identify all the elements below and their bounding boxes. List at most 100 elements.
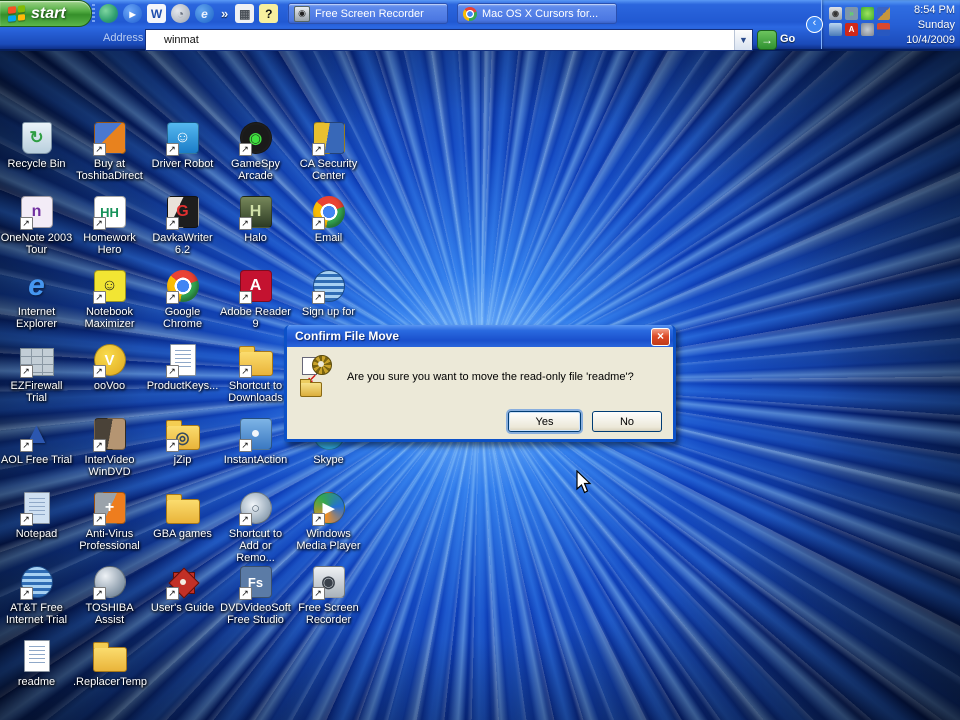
desktop-icon-shortcut-to-downloads[interactable]: ↗ Shortcut to Downloads — [219, 343, 292, 404]
davkawriter-62-icon: G ↗ — [165, 195, 200, 230]
desktop-icon-label: Buy at ToshibaDirect — [76, 158, 143, 182]
desktop-icon-adobe-reader-9[interactable]: A ↗ Adobe Reader 9 — [219, 269, 292, 330]
free-screen-recorder-icon: ◉ ↗ — [311, 565, 346, 600]
gba-games-icon — [165, 491, 200, 525]
desktop-icon-label: TOSHIBA Assist — [85, 602, 134, 626]
desktop-icon-gba-games[interactable]: GBA games — [146, 491, 219, 540]
taskbar: start ▸W◔e»▦?▣▾ ◉Free Screen RecorderMac… — [0, 0, 960, 51]
desktop-icon-internet-explorer[interactable]: e Internet Explorer — [0, 269, 73, 330]
shortcut-arrow-badge: ↗ — [165, 587, 179, 600]
desktop-icon-google-chrome[interactable]: ↗ Google Chrome — [146, 269, 219, 330]
desktop-icon-email[interactable]: ↗ Email — [292, 195, 365, 244]
desktop-icon-intervideo-windvd[interactable]: ↗ InterVideo WinDVD — [73, 417, 146, 478]
help-icon[interactable]: ? — [259, 4, 279, 23]
window-button-label: Free Screen Recorder — [315, 7, 424, 20]
dvdvideosoft-free-studio-icon: Fs ↗ — [238, 565, 273, 600]
desktop-icon-homework-hero[interactable]: HH ↗ Homework Hero — [73, 195, 146, 256]
desktop-icon-att-free-internet-trial[interactable]: ↗ AT&T Free Internet Trial — [0, 565, 73, 626]
desktop-icon-gamespy-arcade[interactable]: ◉ ↗ GameSpy Arcade — [219, 121, 292, 182]
desktop-icon-label: jZip — [173, 454, 192, 466]
network-monitor-tray-icon[interactable]: » — [845, 7, 858, 20]
desktop-icon-dvdvideosoft-free-studio[interactable]: Fs ↗ DVDVideoSoft Free Studio — [219, 565, 292, 626]
start-button[interactable]: start — [0, 0, 92, 27]
shortcut-arrow-badge: ↗ — [19, 365, 33, 378]
sign-up-for-icon: ↗ — [311, 269, 346, 304]
desktop-icon-driver-robot[interactable]: ☺ ↗ Driver Robot — [146, 121, 219, 170]
desktop-icon-readme[interactable]: readme — [0, 639, 73, 688]
battery-tray-icon[interactable] — [877, 23, 890, 36]
desktop-icon-users-guide[interactable]: ↗ User's Guide — [146, 565, 219, 614]
go-button[interactable]: → — [757, 30, 777, 50]
desktop-icon-label: Homework Hero — [83, 232, 136, 256]
desktop-icon-ca-security-center[interactable]: ↗ CA Security Center — [292, 121, 365, 182]
desktop-icon-anti-virus-professional[interactable]: + ↗ Anti-Virus Professional — [73, 491, 146, 552]
window-button-free-screen-recorder[interactable]: ◉ Free Screen Recorder — [288, 3, 448, 24]
go-button-label[interactable]: Go — [780, 33, 795, 45]
close-icon[interactable]: × — [651, 328, 670, 346]
desktop-icon-windows-media-player[interactable]: ▶ ↗ Windows Media Player — [292, 491, 365, 552]
window-button-mac-os-x-cursors-for-[interactable]: Mac OS X Cursors for... — [457, 3, 617, 24]
desktop-icon-ezfirewall-trial[interactable]: ↗ EZFirewall Trial — [0, 343, 73, 404]
adobe-reader-9-icon: A ↗ — [238, 269, 273, 304]
address-input[interactable] — [146, 30, 734, 50]
tray-clock[interactable]: 8:54 PM Sunday 10/4/2009 — [906, 3, 955, 48]
desktop-icon-sign-up-for[interactable]: ↗ Sign up for — [292, 269, 365, 318]
computer-tray-icon[interactable] — [829, 23, 842, 36]
desktop-icon-toshiba-assist[interactable]: ↗ TOSHIBA Assist — [73, 565, 146, 626]
antivirus-shield-tray-icon[interactable] — [861, 7, 874, 20]
start-button-label: start — [31, 4, 66, 22]
buy-at-toshibadirect-icon: ↗ — [92, 121, 127, 156]
yes-button[interactable]: Yes — [508, 411, 581, 432]
google-chrome-icon: ↗ — [165, 269, 200, 304]
tray-hide-icons-chevron[interactable]: ‹ — [806, 16, 823, 33]
media-player-quicklaunch-icon[interactable]: ▸ — [123, 4, 142, 23]
desktop-icon-label: DavkaWriter 6.2 — [152, 232, 213, 256]
internet-explorer-quicklaunch-icon[interactable]: e — [195, 4, 214, 23]
desktop-icon-davkawriter-62[interactable]: G ↗ DavkaWriter 6.2 — [146, 195, 219, 256]
desktop-icon-onenote-2003-tour[interactable]: n ↗ OneNote 2003 Tour — [0, 195, 73, 256]
desktop-icon-label: Email — [314, 232, 343, 244]
desktop-icon-halo[interactable]: H ↗ Halo — [219, 195, 292, 244]
dialog-body: ↙ Are you sure you want to move the read… — [287, 347, 673, 439]
driver-robot-icon: ☺ ↗ — [165, 121, 200, 156]
desktop-icon-aol-free-trial[interactable]: ▲ ↗ AOL Free Trial — [0, 417, 73, 466]
att-free-internet-trial-icon: ↗ — [19, 565, 54, 600]
desktop-icon-oovoo[interactable]: V ↗ ooVoo — [73, 343, 146, 392]
toolbar-grip[interactable] — [92, 4, 95, 24]
shortcut-arrow-badge: ↗ — [238, 365, 252, 378]
ati-tray-icon[interactable]: A — [845, 23, 858, 36]
shortcut-to-add-or-remove-icon: ○ ↗ — [238, 491, 273, 526]
desktop-icon-label: DVDVideoSoft Free Studio — [220, 602, 291, 626]
productkeys-icon: ↗ — [165, 343, 200, 378]
shortcut-arrow-badge: ↗ — [92, 513, 106, 526]
desktop-icon-recycle-bin[interactable]: ↻ Recycle Bin — [0, 121, 73, 170]
email-icon: ↗ — [311, 195, 346, 230]
desktop-icon-label: Windows Media Player — [296, 528, 361, 552]
desktop-icon-free-screen-recorder[interactable]: ◉ ↗ Free Screen Recorder — [292, 565, 365, 626]
desktop-icon-productkeys[interactable]: ↗ ProductKeys... — [146, 343, 219, 392]
desktop-icon-jzip[interactable]: ◎ ↗ jZip — [146, 417, 219, 466]
system-tray: ‹ ◉» A 8:54 PM Sunday 10/4/2009 — [806, 0, 960, 49]
desktop-icon-buy-at-toshibadirect[interactable]: ↗ Buy at ToshibaDirect — [73, 121, 146, 182]
camera-tray-icon[interactable]: ◉ — [829, 7, 842, 20]
desktop-icon-notebook-maximizer[interactable]: ☺ ↗ Notebook Maximizer — [73, 269, 146, 330]
shortcut-arrow-badge: ↗ — [311, 291, 325, 304]
volume-tray-icon[interactable] — [861, 23, 874, 36]
msn-quicklaunch-icon[interactable] — [99, 4, 118, 23]
desktop-icon-instantaction[interactable]: ● ↗ InstantAction — [219, 417, 292, 466]
keyboard-icon[interactable]: ▦ — [235, 4, 255, 23]
dialog-title-bar[interactable]: Confirm File Move × — [287, 325, 673, 347]
desktop-icon-shortcut-to-add-or-remove[interactable]: ○ ↗ Shortcut to Add or Remo... — [219, 491, 292, 564]
quicktime-quicklaunch-icon[interactable]: ◔ — [171, 4, 190, 23]
address-dropdown-button[interactable]: ▼ — [734, 30, 752, 50]
word-quicklaunch-icon[interactable]: W — [147, 4, 166, 23]
file-move-icon: ↙ — [300, 355, 340, 399]
windows-media-player-icon: ▶ ↗ — [311, 491, 346, 526]
desktop-icon-replacertemp[interactable]: .ReplacerTemp — [73, 639, 147, 688]
desktop-icon-notepad[interactable]: ↗ Notepad — [0, 491, 73, 540]
shortcut-arrow-badge: ↗ — [19, 217, 33, 230]
desktop-icon-label: GBA games — [153, 528, 212, 540]
no-button[interactable]: No — [592, 411, 662, 432]
security-shield-tray-icon[interactable] — [877, 7, 890, 20]
quick-launch-overflow-chevron[interactable]: » — [221, 6, 228, 21]
